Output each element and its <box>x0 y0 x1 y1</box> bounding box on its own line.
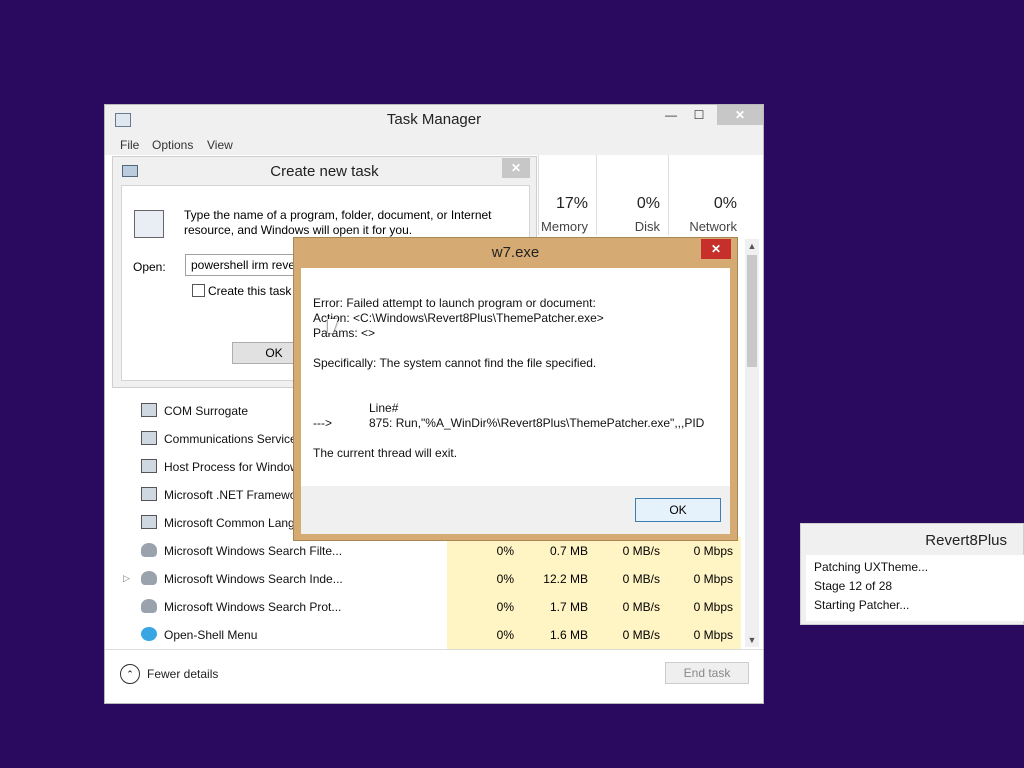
user-icon <box>141 543 157 557</box>
status-text: Patching UXTheme... <box>814 560 929 574</box>
column-memory[interactable]: 17% Memory <box>538 155 596 235</box>
app-icon <box>141 403 157 417</box>
menu-view[interactable]: View <box>207 138 233 152</box>
memory-cell: 1.7 MB <box>522 593 596 621</box>
network-cell: 0 Mbps <box>668 537 741 565</box>
source-line: 875: Run,"%A_WinDir%\Revert8Plus\ThemePa… <box>369 416 705 430</box>
status-panel: Patching UXTheme... Stage 12 of 28 Start… <box>806 555 1024 621</box>
title-bar[interactable]: Task Manager — ☐ ✕ <box>105 105 763 135</box>
params-line: Params: <> <box>313 326 376 340</box>
process-name: Microsoft Windows Search Filte... <box>164 544 343 558</box>
thread-exit-line: The current thread will exit. <box>313 446 458 460</box>
memory-cell: 1.6 MB <box>522 621 596 649</box>
globe-icon <box>141 627 157 641</box>
menu-options[interactable]: Options <box>152 138 193 152</box>
vertical-scrollbar[interactable]: ▲ ▼ <box>745 239 759 647</box>
minimize-button[interactable]: — <box>657 105 685 125</box>
dialog-title: Create new task <box>270 163 379 180</box>
scroll-up-icon[interactable]: ▲ <box>745 241 759 251</box>
table-row[interactable]: Microsoft Windows Search Filte... 0% 0.7… <box>111 537 741 565</box>
dialog-footer: OK <box>301 486 730 534</box>
network-cell: 0 Mbps <box>668 621 741 649</box>
dialog-description: Type the name of a program, folder, docu… <box>184 208 492 237</box>
window-title: Revert8Plus <box>925 532 1007 549</box>
scrollbar-thumb[interactable] <box>747 255 757 367</box>
line-number-label: Line# <box>369 401 399 415</box>
disk-cell: 0 MB/s <box>596 565 668 593</box>
error-dialog: w7.exe ✕ Error: Failed attempt to launch… <box>293 237 738 541</box>
menu-bar: File Options View <box>105 135 763 155</box>
app-icon <box>141 515 157 529</box>
mouse-cursor-icon <box>328 319 338 333</box>
table-row[interactable]: Microsoft Windows Search Prot... 0% 1.7 … <box>111 593 741 621</box>
memory-label: Memory <box>541 219 588 234</box>
arrow-marker: ---> <box>313 416 332 430</box>
stage-text: Stage 12 of 28 <box>814 579 893 593</box>
close-button[interactable]: ✕ <box>502 158 530 178</box>
expand-chevron-icon[interactable]: ▷ <box>123 573 130 584</box>
app-icon <box>141 431 157 445</box>
network-percent: 0% <box>713 195 737 212</box>
column-disk[interactable]: 0% Disk <box>596 155 668 235</box>
dialog-title: w7.exe <box>491 244 540 261</box>
column-network[interactable]: 0% Network <box>668 155 745 235</box>
user-icon <box>141 571 157 585</box>
process-name: Microsoft .NET Framework <box>164 488 307 502</box>
disk-percent: 0% <box>636 195 660 212</box>
cpu-cell: 0% <box>447 621 522 649</box>
cpu-cell: 0% <box>447 593 522 621</box>
dialog-title-bar[interactable]: Create new task ✕ <box>113 157 536 185</box>
process-name: Open-Shell Menu <box>164 628 258 642</box>
process-name: COM Surrogate <box>164 404 249 418</box>
open-label: Open: <box>133 260 166 274</box>
specifically-line: Specifically: The system cannot find the… <box>313 356 597 370</box>
disk-label: Disk <box>634 219 660 234</box>
action-line: Action: <C:\Windows\Revert8Plus\ThemePat… <box>313 311 604 325</box>
cpu-cell: 0% <box>447 537 522 565</box>
fewer-details-link[interactable]: Fewer details <box>147 667 218 681</box>
run-icon <box>134 210 164 238</box>
close-button[interactable]: ✕ <box>701 239 731 259</box>
maximize-button[interactable]: ☐ <box>685 105 713 125</box>
ok-button[interactable]: OK <box>635 498 721 522</box>
disk-cell: 0 MB/s <box>596 537 668 565</box>
process-name: Host Process for Windows <box>164 460 305 474</box>
process-name: Communications Service <box>164 432 297 446</box>
step-text: Starting Patcher... <box>814 598 910 612</box>
app-icon <box>141 487 157 501</box>
dialog-body: Error: Failed attempt to launch program … <box>301 268 730 534</box>
network-label: Network <box>689 219 737 234</box>
revert8plus-window: Revert8Plus Patching UXTheme... Stage 12… <box>800 523 1024 625</box>
network-cell: 0 Mbps <box>668 593 741 621</box>
memory-cell: 12.2 MB <box>522 565 596 593</box>
table-row[interactable]: ▷ Microsoft Windows Search Inde... 0% 12… <box>111 565 741 593</box>
process-name: Microsoft Windows Search Inde... <box>164 572 343 586</box>
process-name: Microsoft Windows Search Prot... <box>164 600 342 614</box>
footer: ⌃ Fewer details End task <box>105 649 763 703</box>
table-row[interactable]: Open-Shell Menu 0% 1.6 MB 0 MB/s 0 Mbps <box>111 621 741 649</box>
user-icon <box>141 599 157 613</box>
cpu-cell: 0% <box>447 565 522 593</box>
disk-cell: 0 MB/s <box>596 593 668 621</box>
process-name: Microsoft Common Lang <box>164 516 295 530</box>
disk-cell: 0 MB/s <box>596 621 668 649</box>
memory-percent: 17% <box>555 195 588 212</box>
menu-file[interactable]: File <box>120 138 139 152</box>
admin-checkbox[interactable] <box>192 284 205 297</box>
scroll-down-icon[interactable]: ▼ <box>745 635 759 645</box>
end-task-button[interactable]: End task <box>665 662 749 684</box>
error-message: Error: Failed attempt to launch program … <box>313 296 596 310</box>
network-cell: 0 Mbps <box>668 565 741 593</box>
checkbox-label: Create this task w <box>208 284 304 298</box>
chevron-up-icon[interactable]: ⌃ <box>120 664 140 684</box>
memory-cell: 0.7 MB <box>522 537 596 565</box>
app-icon <box>141 459 157 473</box>
close-button[interactable]: ✕ <box>717 105 763 125</box>
